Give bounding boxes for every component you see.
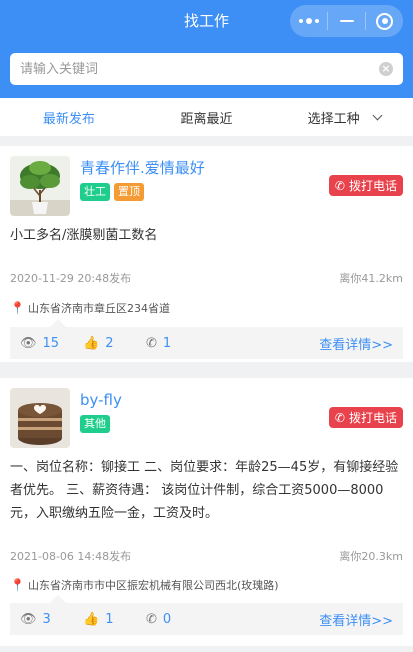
poster-name: by-fly: [80, 391, 122, 409]
thumbs-up-icon: 👍: [83, 335, 100, 351]
job-description: 小工多名/涨膜剔菌工数名: [10, 228, 158, 243]
tab-latest[interactable]: 最新发布: [0, 108, 138, 127]
address: 山东省济南市市中区振宏机械有限公司西北(玫瑰路): [27, 579, 279, 592]
clear-icon[interactable]: ×: [379, 62, 393, 76]
minimize-icon: [339, 20, 354, 22]
tab-job-type[interactable]: 选择工种: [275, 108, 413, 127]
call-button[interactable]: ✆ 拨打电话: [328, 407, 403, 428]
filter-bar: 最新发布 距离最近 选择工种: [0, 98, 413, 136]
mini-program-capsule: [290, 5, 403, 37]
publish-time: 2021-08-06 14:48发布: [10, 550, 132, 563]
phone-icon: ✆: [334, 178, 345, 193]
avatar: [10, 388, 70, 448]
eye-icon: 👁: [20, 611, 37, 627]
close-miniprogram-button[interactable]: [366, 5, 403, 37]
avatar: [10, 156, 70, 216]
tab-nearest[interactable]: 距离最近: [138, 108, 276, 127]
likes-stat[interactable]: 👍 2: [83, 336, 146, 351]
more-dots-icon: [298, 18, 319, 24]
view-details-link[interactable]: 查看详情>>: [319, 334, 393, 353]
views-stat: 👁 15: [20, 335, 60, 351]
job-tag: 壮工: [80, 183, 110, 201]
chevron-down-icon: [372, 110, 383, 120]
thumbs-up-icon: 👍: [83, 611, 100, 627]
eye-icon: 👁: [20, 335, 37, 351]
phone-icon: ✆: [146, 611, 157, 627]
location-pin-icon: 📍: [10, 578, 25, 592]
publish-time: 2020-11-29 20:48发布: [10, 272, 132, 285]
call-button[interactable]: ✆ 拨打电话: [328, 175, 403, 196]
pinned-tag: 置顶: [114, 183, 144, 201]
search-input[interactable]: [20, 53, 379, 85]
more-button[interactable]: [290, 5, 327, 37]
poster-name: 青春作伴.爱情最好: [80, 159, 205, 177]
address: 山东省济南市章丘区234省道: [27, 302, 170, 315]
views-stat: 👁 3: [20, 611, 51, 627]
phone-icon: ✆: [146, 335, 157, 351]
meta-row: 2020-11-29 20:48发布 离你41.2km: [10, 270, 403, 286]
distance: 离你41.2km: [339, 272, 403, 285]
address-row: 📍 山东省济南市章丘区234省道: [10, 300, 403, 316]
likes-stat[interactable]: 👍 1: [83, 612, 146, 627]
location-pin-icon: 📍: [10, 301, 25, 315]
calls-stat: ✆ 0: [146, 611, 172, 627]
job-card[interactable]: by-fly 其他 ✆ 拨打电话 一、岗位名称：铆接工 二、岗位要求：年龄25—…: [0, 378, 413, 646]
stats-bar: 👁 3 👍 1 ✆ 0 查看详情>>: [10, 595, 403, 635]
address-row: 📍 山东省济南市市中区振宏机械有限公司西北(玫瑰路): [10, 577, 403, 593]
stats-bar: 👁 15 👍 2 ✆ 1 查看详情>>: [10, 319, 403, 359]
job-card[interactable]: 青春作伴.爱情最好 壮工 置顶 ✆ 拨打电话 小工多名/涨膜剔菌工数名 2020…: [0, 146, 413, 362]
view-details-link[interactable]: 查看详情>>: [319, 610, 393, 629]
job-tag: 其他: [80, 415, 110, 433]
search-bar: ×: [10, 53, 403, 85]
target-icon: [376, 12, 393, 30]
calls-stat: ✆ 1: [146, 335, 172, 351]
minimize-button[interactable]: [328, 5, 365, 37]
meta-row: 2021-08-06 14:48发布 离你20.3km: [10, 548, 403, 564]
distance: 离你20.3km: [339, 550, 403, 563]
job-description: 一、岗位名称：铆接工 二、岗位要求：年龄25—45岁，有铆接经验者优先。 三、薪…: [10, 460, 399, 521]
phone-icon: ✆: [334, 410, 345, 425]
app-header: 找工作 ×: [0, 0, 413, 98]
